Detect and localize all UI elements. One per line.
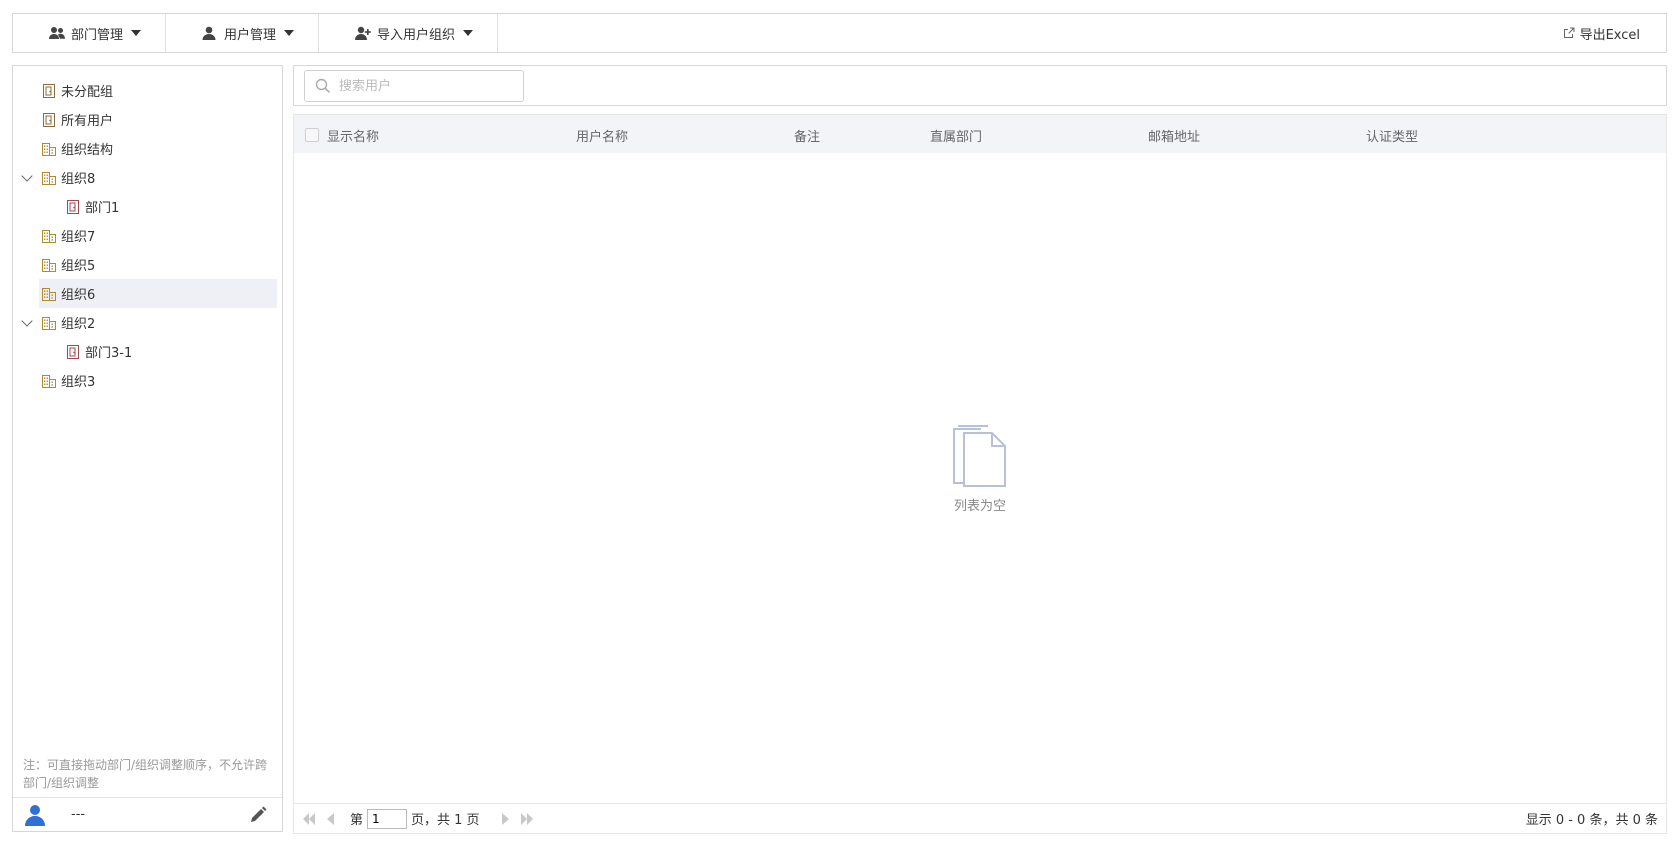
export-icon xyxy=(1562,26,1576,40)
building-icon xyxy=(42,258,56,272)
caret-down-icon xyxy=(131,30,142,36)
user-mgmt-button[interactable]: 用户管理 xyxy=(166,14,320,52)
tree-node-label: 组织8 xyxy=(61,172,96,187)
import-org-button[interactable]: 导入用户组织 xyxy=(319,14,499,52)
tree-node-dept3-1[interactable]: 部门3-1 xyxy=(13,337,282,366)
org-tree-panel: 未分配组 所有用户 组织结构 组织8 部门1 组织7 组织5 组织6 组织2 部… xyxy=(12,65,283,832)
chevron-down-icon[interactable] xyxy=(21,170,33,182)
tree-node-org6[interactable]: 组织6 xyxy=(39,279,277,308)
search-icon xyxy=(315,78,331,94)
tree-node-label: 组织2 xyxy=(61,317,96,332)
building-icon xyxy=(42,316,56,330)
user-mgmt-label: 用户管理 xyxy=(224,27,277,43)
col-display-name[interactable]: 显示名称 xyxy=(327,126,379,145)
pagination-bar: 第 页，共 1 页 显示 0 - 0 条，共 0 条 xyxy=(294,803,1666,833)
tree-node-label: 组织3 xyxy=(61,375,96,390)
search-bar xyxy=(293,65,1667,106)
user-add-icon xyxy=(355,26,371,40)
group-icon xyxy=(43,83,55,98)
export-excel-label: 导出Excel xyxy=(1579,27,1640,43)
toolbar: 部门管理 用户管理 导入用户组织 导出Excel xyxy=(12,13,1667,53)
drag-hint-note: 注：可直接拖动部门/组织调整顺序，不允许跨部门/组织调整 xyxy=(23,758,268,790)
building-icon xyxy=(42,287,56,301)
tree-node-org2[interactable]: 组织2 xyxy=(13,308,282,337)
search-box xyxy=(304,70,524,102)
empty-state: 列表为空 xyxy=(294,425,1666,514)
next-page-icon[interactable] xyxy=(498,812,512,826)
user-icon xyxy=(202,26,218,40)
tree-node-org8[interactable]: 组织8 xyxy=(13,163,282,192)
page-number-input[interactable] xyxy=(367,808,408,829)
prev-page-icon[interactable] xyxy=(324,812,338,826)
col-remark[interactable]: 备注 xyxy=(794,126,820,145)
building-icon xyxy=(42,374,56,388)
dept-mgmt-button[interactable]: 部门管理 xyxy=(13,14,167,52)
page-suffix: 页，共 1 页 xyxy=(411,813,480,828)
tree-node-all-users[interactable]: 所有用户 xyxy=(13,105,282,134)
building-icon xyxy=(42,142,56,156)
tree-node-org5[interactable]: 组织5 xyxy=(13,250,282,279)
last-page-icon[interactable] xyxy=(520,812,534,826)
tree-node-label: 部门3-1 xyxy=(85,346,133,361)
building-icon xyxy=(42,171,56,185)
pencil-icon[interactable] xyxy=(248,805,268,825)
users-icon xyxy=(49,26,65,40)
select-all-checkbox[interactable] xyxy=(305,128,319,142)
first-page-icon[interactable] xyxy=(302,812,316,826)
import-org-label: 导入用户组织 xyxy=(377,27,456,43)
user-table: 显示名称 用户名称 备注 直属部门 邮箱地址 认证类型 列表为空 第 页，共 1… xyxy=(293,114,1667,834)
tree-node-label: 组织6 xyxy=(61,288,96,303)
dept-mgmt-label: 部门管理 xyxy=(71,27,124,43)
tree-node-label: 部门1 xyxy=(85,201,120,216)
col-user-name[interactable]: 用户名称 xyxy=(576,126,628,145)
record-count-info: 显示 0 - 0 条，共 0 条 xyxy=(1525,813,1658,828)
building-icon xyxy=(42,229,56,243)
search-user-input[interactable] xyxy=(339,78,509,94)
department-icon xyxy=(67,199,79,214)
page-prefix: 第 xyxy=(350,813,364,828)
col-department[interactable]: 直属部门 xyxy=(930,126,982,145)
tree-node-label: 所有用户 xyxy=(61,114,114,129)
tree-node-unassigned[interactable]: 未分配组 xyxy=(13,76,282,105)
caret-down-icon xyxy=(463,30,474,36)
user-avatar-icon xyxy=(25,804,45,826)
export-excel-button[interactable]: 导出Excel xyxy=(1562,24,1640,43)
tree-node-label: 组织5 xyxy=(61,259,96,274)
tree-node-label: 未分配组 xyxy=(61,85,114,100)
col-email[interactable]: 邮箱地址 xyxy=(1148,126,1200,145)
empty-documents-icon xyxy=(953,425,1006,487)
department-icon xyxy=(67,344,79,359)
current-username: --- xyxy=(71,807,86,822)
org-tree: 未分配组 所有用户 组织结构 组织8 部门1 组织7 组织5 组织6 组织2 部… xyxy=(13,76,282,395)
col-auth-type[interactable]: 认证类型 xyxy=(1366,126,1418,145)
table-header: 显示名称 用户名称 备注 直属部门 邮箱地址 认证类型 xyxy=(294,115,1666,153)
empty-text: 列表为空 xyxy=(953,499,1006,514)
tree-node-org7[interactable]: 组织7 xyxy=(13,221,282,250)
current-user-bar: --- xyxy=(13,797,282,831)
tree-node-org3[interactable]: 组织3 xyxy=(13,366,282,395)
tree-node-label: 组织7 xyxy=(61,230,96,245)
caret-down-icon xyxy=(284,30,295,36)
chevron-down-icon[interactable] xyxy=(21,315,33,327)
tree-node-org-structure[interactable]: 组织结构 xyxy=(13,134,282,163)
tree-node-dept1[interactable]: 部门1 xyxy=(13,192,282,221)
tree-node-label: 组织结构 xyxy=(61,143,114,158)
group-icon xyxy=(43,112,55,127)
